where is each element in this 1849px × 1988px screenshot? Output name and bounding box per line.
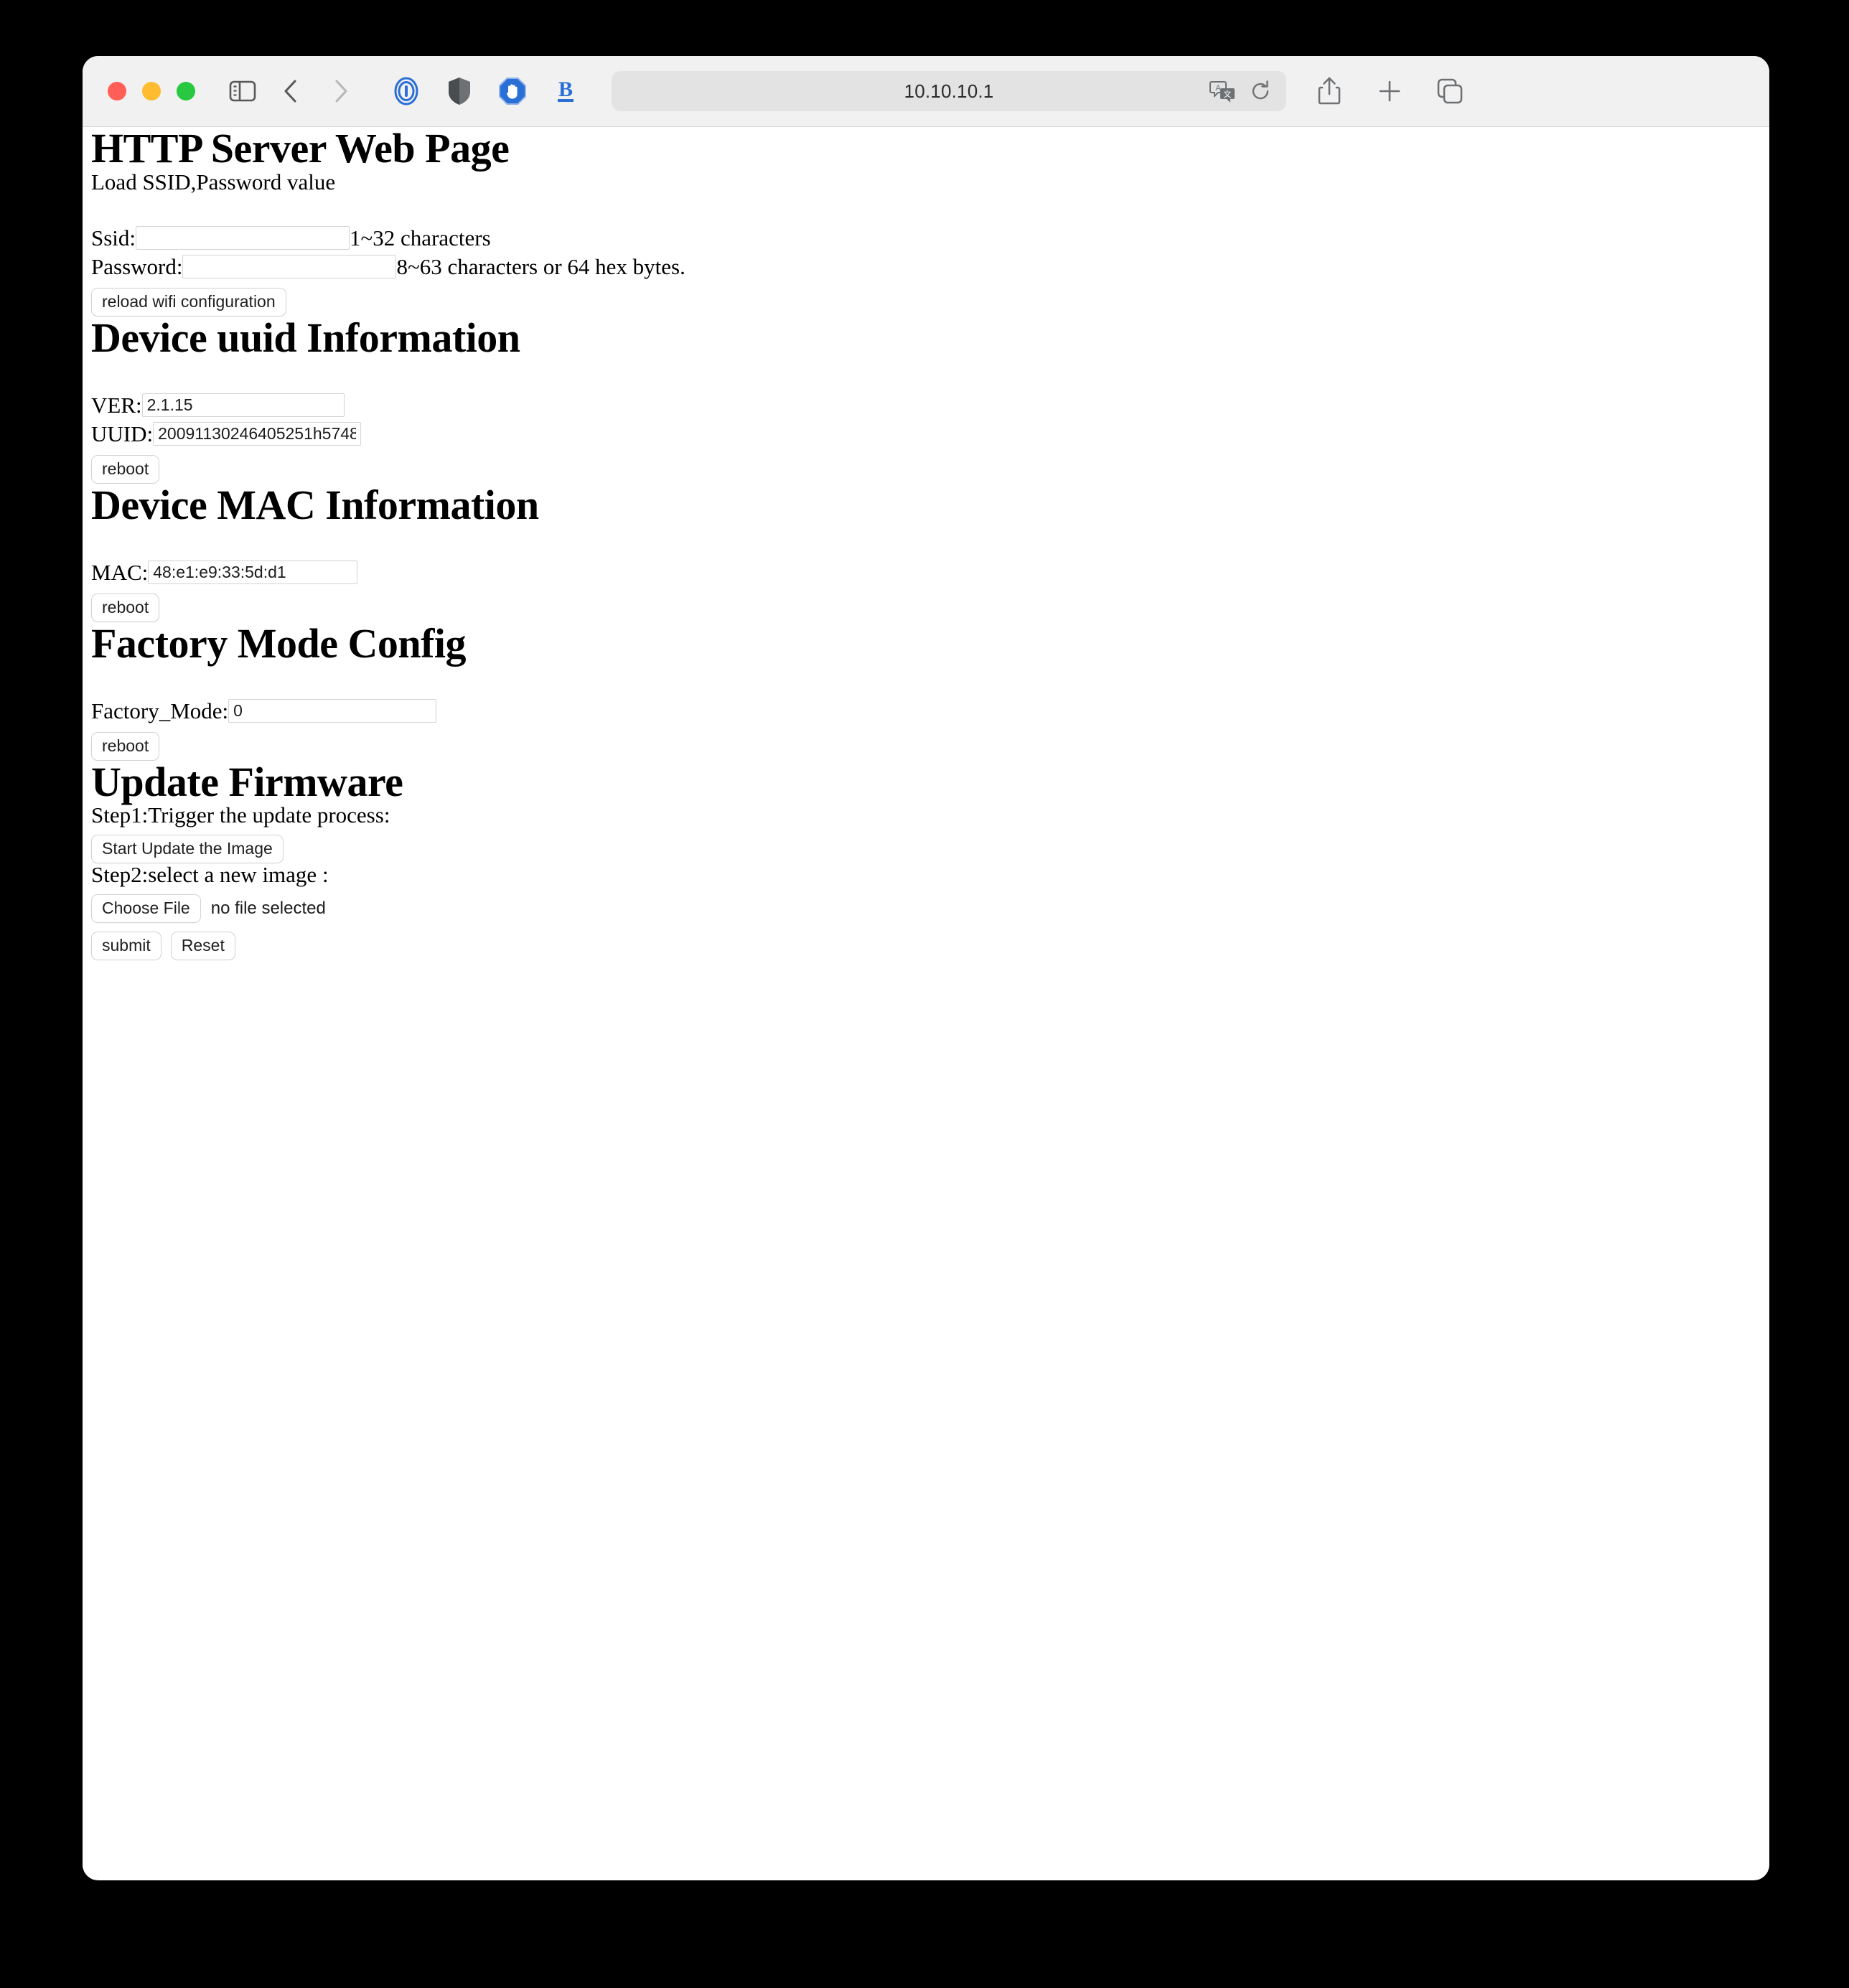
- bitwarden-icon[interactable]: B: [548, 74, 583, 108]
- factory-reboot-row: reboot: [91, 731, 1769, 761]
- mac-reboot-row: reboot: [91, 593, 1769, 622]
- file-status-text: no file selected: [210, 899, 326, 919]
- page-content: HTTP Server Web Page Load SSID,Password …: [83, 127, 1769, 1880]
- share-icon[interactable]: [1312, 74, 1347, 108]
- mac-section-heading: Device MAC Information: [91, 481, 539, 528]
- password-hint: 8~63 characters or 64 hex bytes.: [396, 253, 685, 279]
- choose-file-button[interactable]: Choose File: [91, 894, 201, 924]
- reset-button[interactable]: Reset: [170, 932, 235, 961]
- ssid-input[interactable]: [136, 225, 350, 250]
- address-bar-url: 10.10.10.1: [904, 80, 994, 102]
- browser-window: B 10.10.10.1 A 文 HTTP Server Web Page Lo…: [83, 56, 1769, 1880]
- password-label: Password:: [91, 253, 183, 279]
- submit-button[interactable]: submit: [91, 932, 162, 961]
- factory-mode-input[interactable]: [228, 698, 437, 723]
- ssid-label: Ssid:: [91, 225, 136, 250]
- uuid-reboot-row: reboot: [91, 454, 1769, 484]
- uuid-row: UUID:: [91, 421, 1769, 446]
- file-picker-row: Choose File no file selected: [91, 894, 1769, 924]
- reload-icon[interactable]: [1246, 77, 1275, 106]
- translate-icon[interactable]: A 文: [1209, 77, 1237, 106]
- svg-text:B: B: [558, 78, 573, 101]
- ublock-origin-icon[interactable]: [389, 74, 423, 108]
- svg-text:文: 文: [1224, 89, 1232, 99]
- mac-input[interactable]: [148, 560, 358, 584]
- uuid-label: UUID:: [91, 421, 154, 446]
- minimize-button[interactable]: [142, 82, 161, 100]
- ssid-hint: 1~32 characters: [350, 225, 491, 250]
- ver-row: VER:: [91, 393, 1769, 417]
- sidebar-icon[interactable]: [225, 74, 260, 108]
- reload-wifi-configuration-button[interactable]: reload wifi configuration: [91, 287, 286, 317]
- password-row: Password: 8~63 characters or 64 hex byte…: [91, 253, 1769, 279]
- window-controls: [108, 82, 195, 100]
- start-update-row: Start Update the Image: [91, 835, 1769, 864]
- mac-row: MAC:: [91, 559, 1769, 585]
- password-input[interactable]: [182, 254, 397, 278]
- reboot-button-uuid[interactable]: reboot: [91, 454, 160, 484]
- ver-label: VER:: [91, 392, 142, 418]
- mac-label: MAC:: [91, 559, 149, 585]
- firmware-step1-text: Step1:Trigger the update process:: [91, 802, 390, 828]
- wifi-intro-text: Load SSID,Password value: [91, 169, 336, 194]
- navigation-group: [225, 74, 357, 108]
- address-bar[interactable]: 10.10.10.1 A 文: [612, 71, 1286, 111]
- uuid-section-heading: Device uuid Information: [91, 314, 520, 361]
- uuid-input[interactable]: [153, 421, 362, 446]
- toolbar-right-group: [1312, 74, 1467, 108]
- reboot-button-mac[interactable]: reboot: [91, 593, 160, 622]
- ssid-row: Ssid: 1~32 characters: [91, 225, 1769, 250]
- browser-toolbar: B 10.10.10.1 A 文: [83, 56, 1769, 127]
- plus-icon[interactable]: [1372, 74, 1407, 108]
- ver-input[interactable]: [141, 393, 345, 417]
- submit-reset-row: submit Reset: [91, 932, 1769, 961]
- start-update-image-button[interactable]: Start Update the Image: [91, 835, 284, 864]
- factory-mode-label: Factory_Mode:: [91, 698, 229, 723]
- zoom-button[interactable]: [177, 82, 195, 100]
- factory-mode-row: Factory_Mode:: [91, 698, 1769, 723]
- firmware-section-heading: Update Firmware: [91, 758, 403, 805]
- reload-wifi-row: reload wifi configuration: [91, 287, 1769, 317]
- http-server-page: HTTP Server Web Page Load SSID,Password …: [91, 127, 1769, 961]
- forward-chevron-icon[interactable]: [323, 74, 357, 108]
- address-bar-actions: A 文: [1209, 71, 1275, 111]
- back-chevron-icon[interactable]: [274, 74, 309, 108]
- shield-icon[interactable]: [442, 74, 477, 108]
- factory-section-heading: Factory Mode Config: [91, 619, 467, 667]
- firmware-step2-text: Step2:select a new image :: [91, 862, 329, 888]
- adblock-plus-icon[interactable]: [495, 74, 530, 108]
- extensions-group: B: [389, 74, 583, 108]
- reboot-button-factory[interactable]: reboot: [91, 731, 160, 761]
- tab-overview-icon[interactable]: [1433, 74, 1467, 108]
- close-button[interactable]: [108, 82, 126, 100]
- page-title: HTTP Server Web Page: [91, 127, 510, 172]
